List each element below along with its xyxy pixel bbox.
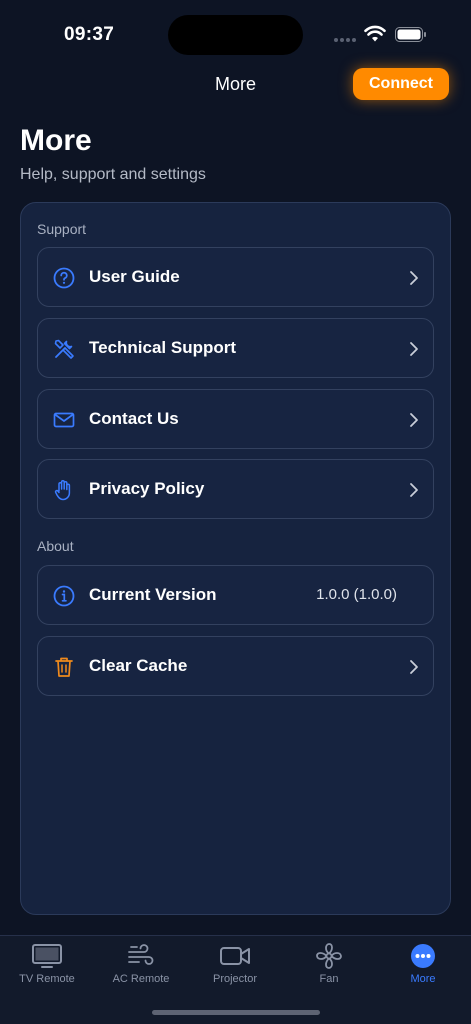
status-bar: 09:37: [0, 0, 471, 70]
row-user-guide[interactable]: User Guide: [37, 247, 434, 307]
tab-tv-remote[interactable]: TV Remote: [0, 936, 94, 996]
tab-more[interactable]: More: [376, 936, 470, 996]
hand-icon: [54, 480, 71, 501]
row-current-version: Current Version 1.0.0 (1.0.0): [37, 565, 434, 625]
question-circle-icon: [53, 267, 75, 289]
tab-label: AC Remote: [112, 973, 170, 985]
tab-fan[interactable]: Fan: [282, 936, 376, 996]
envelope-icon: [53, 412, 75, 428]
tab-label: More: [410, 973, 436, 985]
wifi-icon: [364, 25, 386, 42]
section-label-support: Support: [37, 221, 87, 237]
section-label-about: About: [37, 538, 74, 554]
tv-icon: [32, 944, 62, 968]
chevron-right-icon: [410, 483, 418, 497]
cellular-signal-icon: [334, 38, 356, 42]
row-label: Technical Support: [89, 338, 237, 357]
chevron-right-icon: [410, 413, 418, 427]
tools-icon: [54, 339, 74, 359]
settings-card: Support User Guide Technical Support Con…: [20, 202, 451, 915]
row-label: User Guide: [89, 267, 180, 286]
row-label: Clear Cache: [89, 656, 188, 675]
home-indicator: [152, 1010, 320, 1015]
tab-label: Fan: [319, 973, 339, 985]
chevron-right-icon: [410, 271, 418, 285]
dynamic-island: [168, 15, 303, 55]
fan-icon: [316, 943, 342, 969]
page-subtitle: Help, support and settings: [20, 166, 206, 183]
more-dots-icon: [411, 944, 435, 968]
row-label: Privacy Policy: [89, 479, 205, 498]
chevron-right-icon: [410, 342, 418, 356]
row-contact-us[interactable]: Contact Us: [37, 389, 434, 449]
chevron-right-icon: [410, 660, 418, 674]
connect-button[interactable]: Connect: [353, 68, 449, 100]
video-camera-icon: [220, 947, 250, 965]
row-label: Contact Us: [89, 409, 179, 428]
row-technical-support[interactable]: Technical Support: [37, 318, 434, 378]
row-label: Current Version: [89, 585, 217, 604]
row-clear-cache[interactable]: Clear Cache: [37, 636, 434, 696]
version-value: 1.0.0 (1.0.0): [316, 586, 397, 603]
info-circle-icon: [53, 585, 75, 607]
battery-icon: [395, 27, 426, 42]
tab-ac-remote[interactable]: AC Remote: [94, 936, 188, 996]
trash-icon: [55, 657, 73, 677]
page-title: More: [20, 124, 92, 157]
row-privacy-policy[interactable]: Privacy Policy: [37, 459, 434, 519]
tab-label: TV Remote: [19, 973, 75, 985]
tab-projector[interactable]: Projector: [188, 936, 282, 996]
tab-label: Projector: [212, 973, 258, 985]
wind-icon: [128, 944, 154, 965]
status-time: 09:37: [64, 24, 115, 45]
